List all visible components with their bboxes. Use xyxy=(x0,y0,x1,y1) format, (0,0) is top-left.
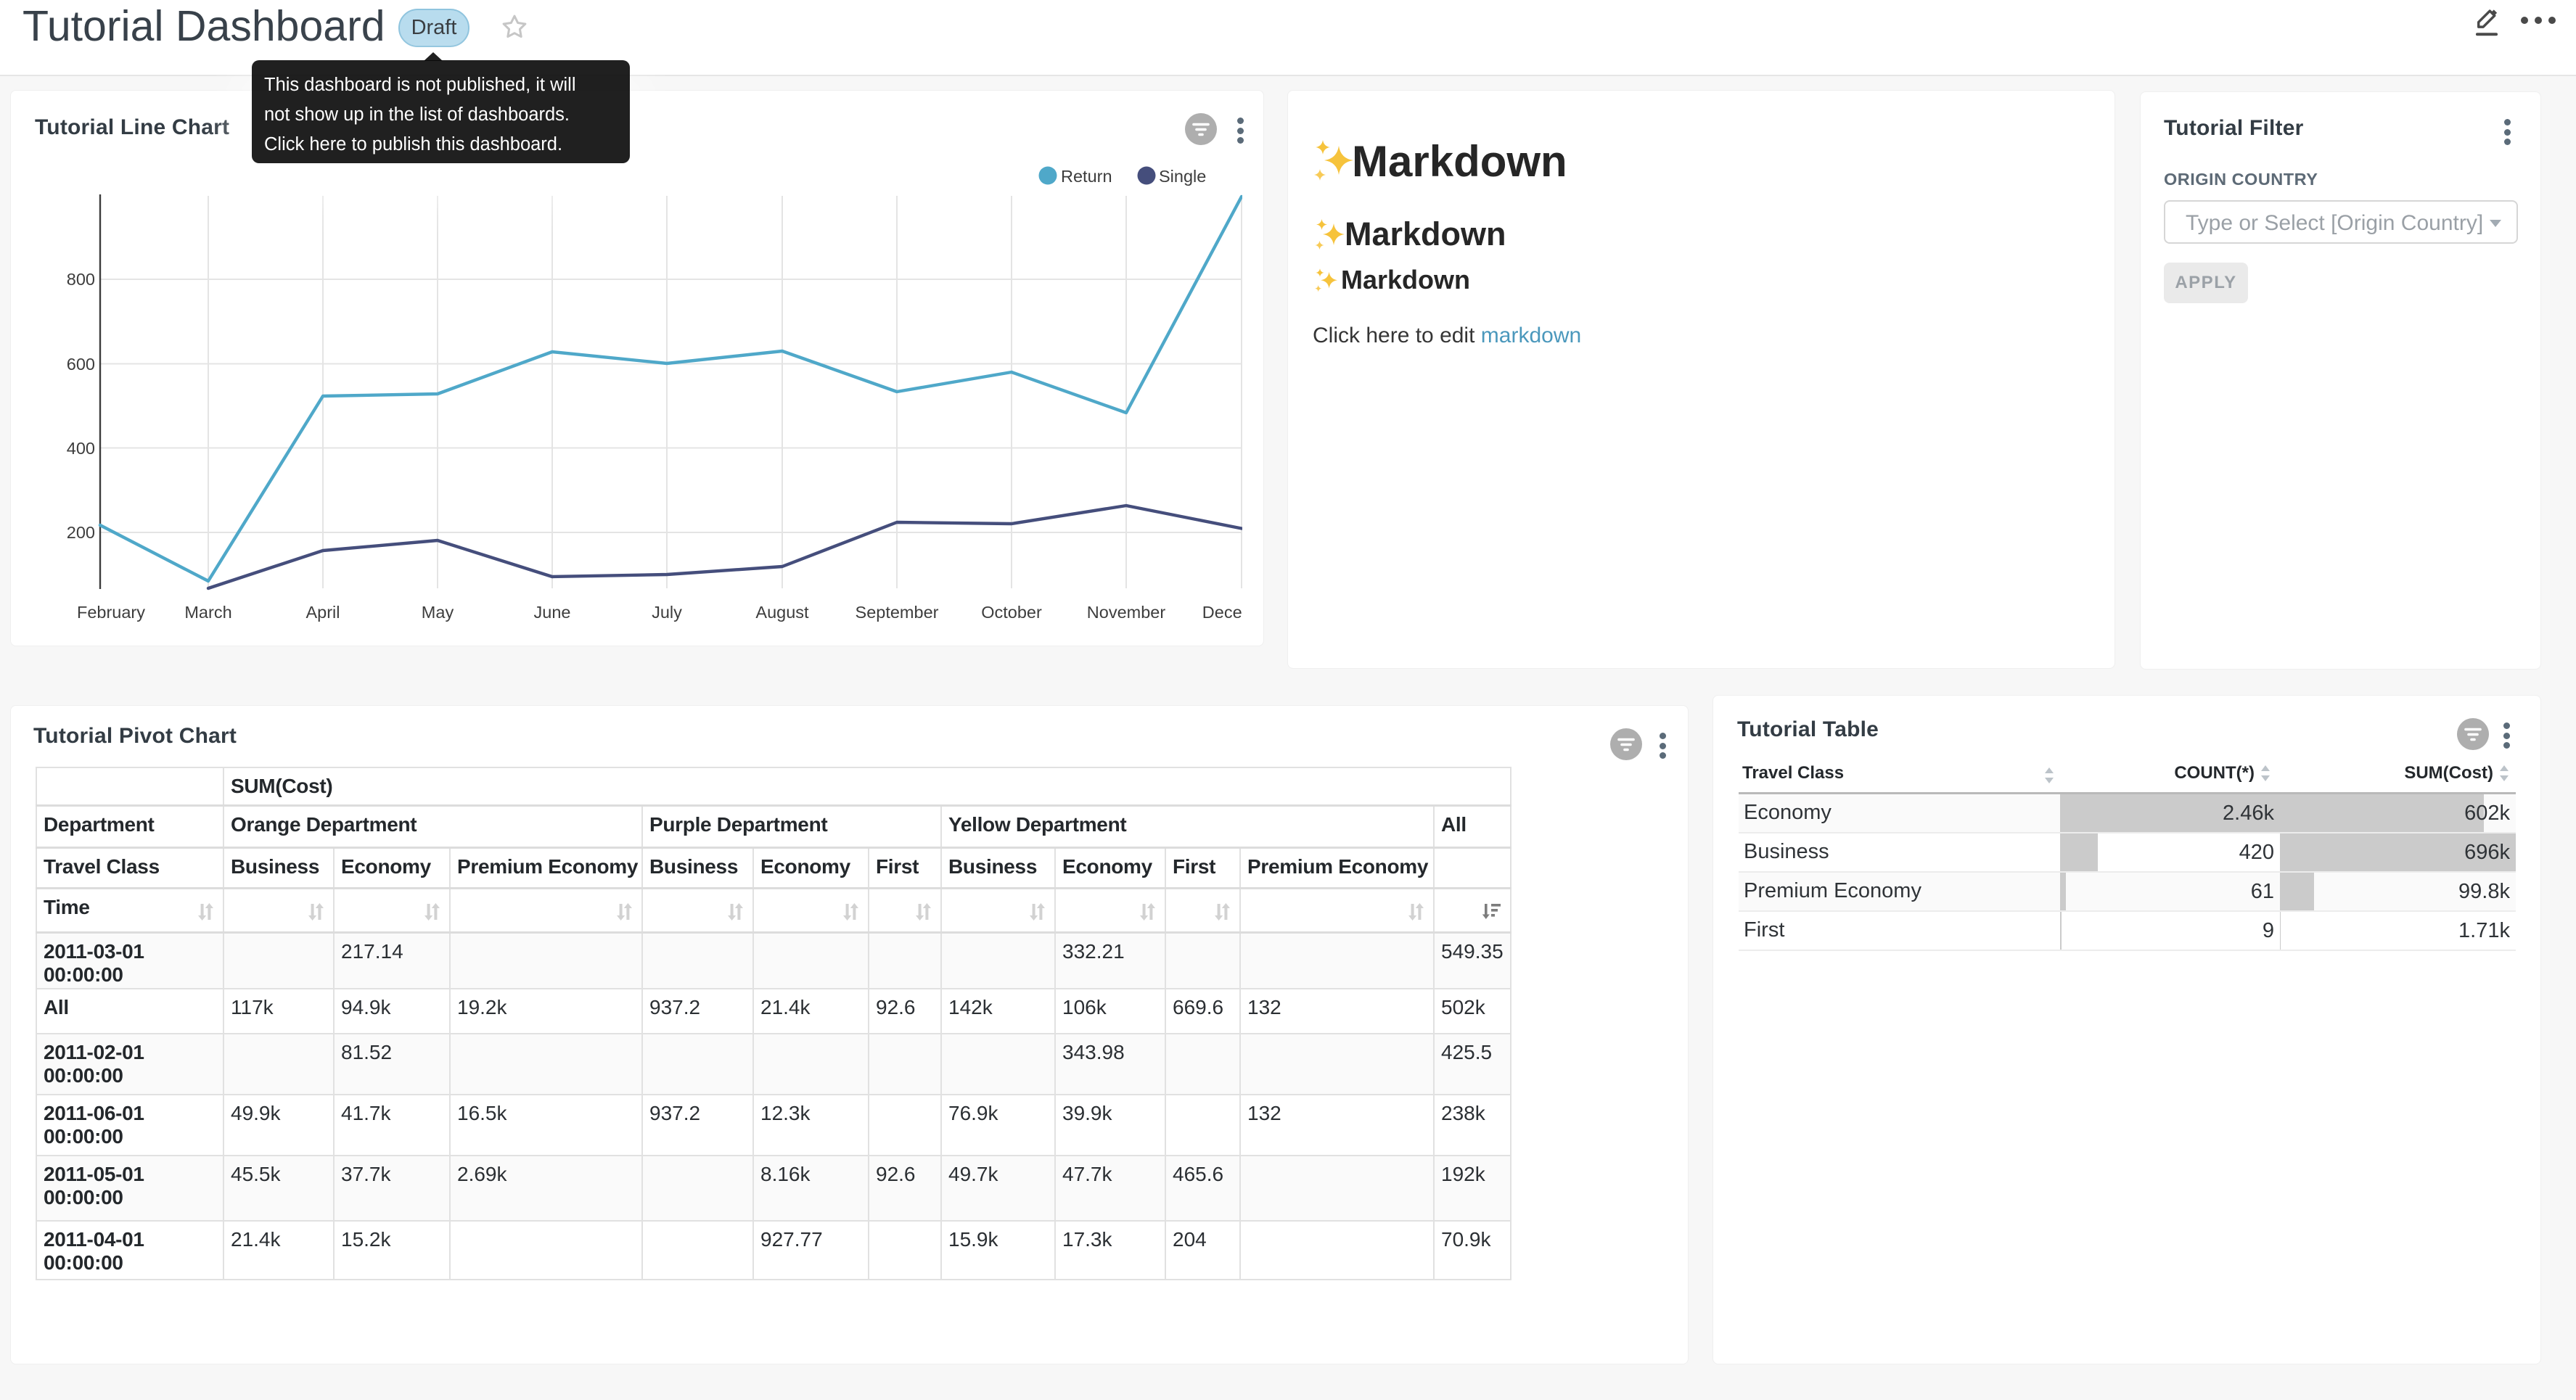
svg-text:June: June xyxy=(534,603,571,622)
svg-text:200: 200 xyxy=(67,523,95,542)
svg-text:September: September xyxy=(856,603,939,622)
svg-text:February: February xyxy=(77,603,145,622)
svg-text:April: April xyxy=(305,603,340,622)
svg-text:May: May xyxy=(422,603,454,622)
svg-text:600: 600 xyxy=(67,355,95,374)
svg-text:November: November xyxy=(1087,603,1166,622)
svg-text:400: 400 xyxy=(67,439,95,458)
svg-text:800: 800 xyxy=(67,270,95,289)
svg-text:October: October xyxy=(981,603,1042,622)
svg-text:August: August xyxy=(755,603,809,622)
svg-text:Return: Return xyxy=(1061,167,1112,186)
svg-text:July: July xyxy=(652,603,682,622)
svg-text:Single: Single xyxy=(1159,167,1206,186)
svg-text:March: March xyxy=(184,603,231,622)
svg-text:December: December xyxy=(1202,603,1242,622)
